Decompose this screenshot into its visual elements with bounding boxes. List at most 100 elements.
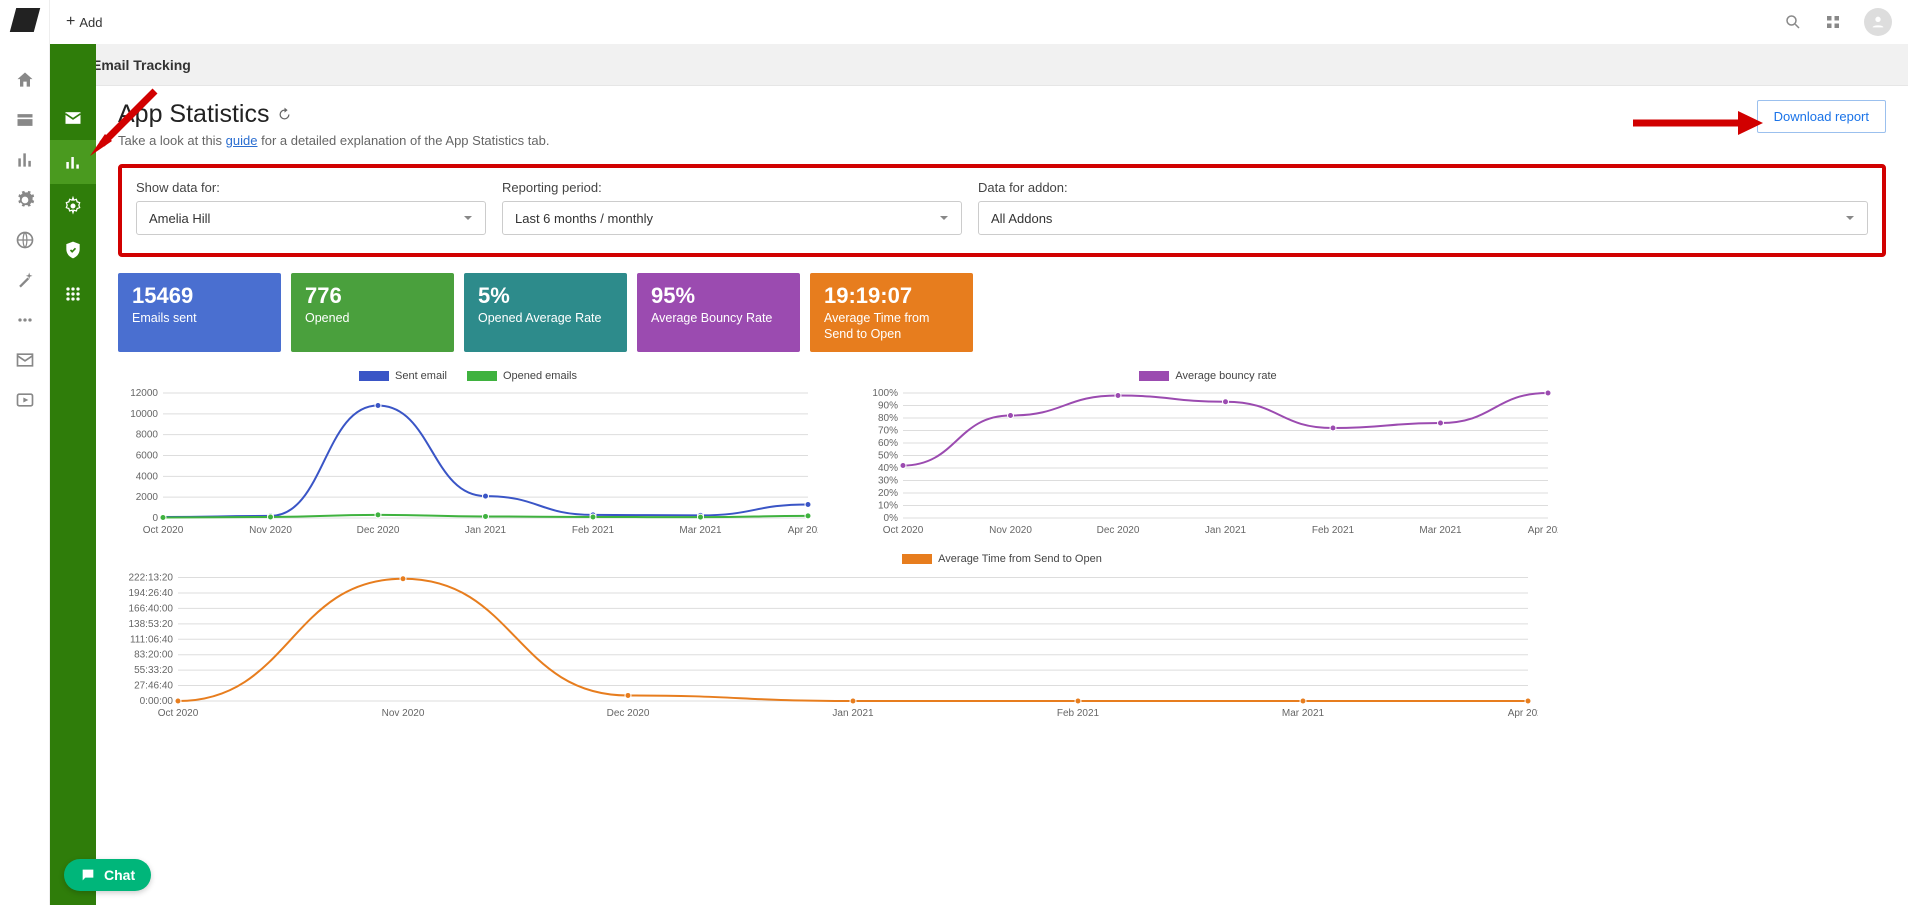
- svg-text:70%: 70%: [878, 426, 898, 437]
- filter-show-select[interactable]: Amelia Hill: [136, 201, 486, 235]
- add-button[interactable]: +Add: [66, 13, 102, 31]
- chart-emails: Sent emailOpened emails 0200040006000800…: [118, 370, 818, 543]
- svg-text:100%: 100%: [872, 388, 898, 399]
- svg-text:Apr 2021: Apr 2021: [1528, 525, 1558, 536]
- module-sidebar: [50, 44, 96, 905]
- metric-card: 19:19:07Average Time from Send to Open: [810, 273, 973, 352]
- svg-text:0:00:00: 0:00:00: [140, 696, 174, 707]
- svg-text:10000: 10000: [130, 409, 158, 420]
- filter-period-select[interactable]: Last 6 months / monthly: [502, 201, 962, 235]
- page-subtitle: Take a look at this guide for a detailed…: [118, 133, 549, 148]
- filter-addon-label: Data for addon:: [978, 180, 1868, 195]
- svg-text:Dec 2020: Dec 2020: [1097, 525, 1140, 536]
- wand-icon[interactable]: [15, 270, 35, 290]
- download-report-button[interactable]: Download report: [1757, 100, 1886, 133]
- app-header: Email Tracking: [50, 44, 1908, 86]
- metric-label: Average Time from Send to Open: [824, 311, 959, 342]
- svg-text:40%: 40%: [878, 463, 898, 474]
- sidebar-apps[interactable]: [50, 272, 96, 316]
- svg-text:Jan 2021: Jan 2021: [1205, 525, 1247, 536]
- chat-widget[interactable]: Chat: [64, 859, 151, 891]
- mail-icon[interactable]: [15, 350, 35, 370]
- search-icon[interactable]: [1784, 13, 1802, 31]
- stats-icon[interactable]: [15, 150, 35, 170]
- svg-text:Apr 2021: Apr 2021: [788, 525, 818, 536]
- apps-grid-icon[interactable]: [1824, 13, 1842, 31]
- svg-text:Oct 2020: Oct 2020: [883, 525, 924, 536]
- cog-icon: [63, 196, 83, 216]
- svg-text:Dec 2020: Dec 2020: [607, 708, 650, 719]
- svg-text:111:06:40: 111:06:40: [130, 635, 173, 646]
- inbox-icon[interactable]: [15, 110, 35, 130]
- svg-text:4000: 4000: [136, 472, 159, 483]
- svg-text:8000: 8000: [136, 430, 159, 441]
- filter-period-label: Reporting period:: [502, 180, 962, 195]
- svg-text:Mar 2021: Mar 2021: [1419, 525, 1462, 536]
- metric-value: 776: [305, 283, 440, 309]
- home-icon[interactable]: [15, 70, 35, 90]
- svg-text:10%: 10%: [878, 501, 898, 512]
- metric-value: 95%: [651, 283, 786, 309]
- metric-card: 5% Opened Average Rate: [464, 273, 627, 352]
- refresh-icon[interactable]: [277, 107, 292, 122]
- app-rail: [0, 0, 50, 905]
- guide-link[interactable]: guide: [226, 133, 258, 148]
- svg-text:55:33:20: 55:33:20: [134, 665, 173, 676]
- svg-text:0%: 0%: [884, 513, 899, 524]
- user-avatar[interactable]: [1864, 8, 1892, 36]
- metric-label: Emails sent: [132, 311, 267, 327]
- svg-text:222:13:20: 222:13:20: [129, 573, 174, 584]
- page-title: App Statistics: [118, 100, 549, 129]
- svg-text:Mar 2021: Mar 2021: [679, 525, 722, 536]
- svg-text:12000: 12000: [130, 388, 158, 399]
- svg-text:30%: 30%: [878, 476, 898, 487]
- metric-label: Opened Average Rate: [478, 311, 613, 327]
- svg-text:27:46:40: 27:46:40: [134, 681, 173, 692]
- sidebar-mail[interactable]: [50, 96, 96, 140]
- svg-text:Feb 2021: Feb 2021: [1312, 525, 1355, 536]
- svg-text:Dec 2020: Dec 2020: [357, 525, 400, 536]
- svg-text:2000: 2000: [136, 492, 159, 503]
- metric-card: 15469 Emails sent: [118, 273, 281, 352]
- metric-card: 776Opened: [291, 273, 454, 352]
- metric-card: 95% Average Bouncy Rate: [637, 273, 800, 352]
- chevron-down-icon: [939, 213, 949, 223]
- filter-addon-select[interactable]: All Addons: [978, 201, 1868, 235]
- chat-icon: [80, 867, 96, 883]
- svg-text:Oct 2020: Oct 2020: [158, 708, 199, 719]
- chevron-down-icon: [1845, 213, 1855, 223]
- play-icon[interactable]: [15, 390, 35, 410]
- sidebar-settings[interactable]: [50, 184, 96, 228]
- metric-value: 15469: [132, 283, 267, 309]
- brand-logo[interactable]: [9, 8, 39, 32]
- sidebar-stats[interactable]: [50, 140, 96, 184]
- svg-text:0: 0: [152, 513, 158, 524]
- gear-icon[interactable]: [15, 190, 35, 210]
- shield-icon: [63, 240, 83, 260]
- svg-text:50%: 50%: [878, 451, 898, 462]
- svg-text:Nov 2020: Nov 2020: [989, 525, 1032, 536]
- svg-text:Nov 2020: Nov 2020: [249, 525, 292, 536]
- svg-text:138:53:20: 138:53:20: [129, 619, 174, 630]
- globe-icon[interactable]: [15, 230, 35, 250]
- svg-text:Oct 2020: Oct 2020: [143, 525, 184, 536]
- metric-cards: 15469 Emails sent 776Opened 5% Opened Averag…: [118, 273, 1886, 352]
- chart-bouncy: Average bouncy rate 0%10%20%30%40%50%60%…: [858, 370, 1558, 543]
- filter-show-label: Show data for:: [136, 180, 486, 195]
- main-content: App Statistics Take a look at this guide…: [96, 86, 1908, 905]
- metric-label: Average Bouncy Rate: [651, 311, 786, 327]
- svg-text:Jan 2021: Jan 2021: [465, 525, 507, 536]
- dots-icon[interactable]: [15, 310, 35, 330]
- sidebar-shield[interactable]: [50, 228, 96, 272]
- svg-text:194:26:40: 194:26:40: [129, 588, 174, 599]
- chart-avg-time: Average Time from Send to Open 0:00:0027…: [118, 553, 1886, 726]
- metric-value: 19:19:07: [824, 283, 959, 309]
- svg-text:Mar 2021: Mar 2021: [1282, 708, 1325, 719]
- metric-value: 5%: [478, 283, 613, 309]
- svg-text:60%: 60%: [878, 438, 898, 449]
- svg-text:Apr 2021: Apr 2021: [1508, 708, 1538, 719]
- svg-text:20%: 20%: [878, 488, 898, 499]
- svg-text:90%: 90%: [878, 401, 898, 412]
- svg-text:166:40:00: 166:40:00: [129, 604, 174, 615]
- app-name: Email Tracking: [92, 57, 191, 73]
